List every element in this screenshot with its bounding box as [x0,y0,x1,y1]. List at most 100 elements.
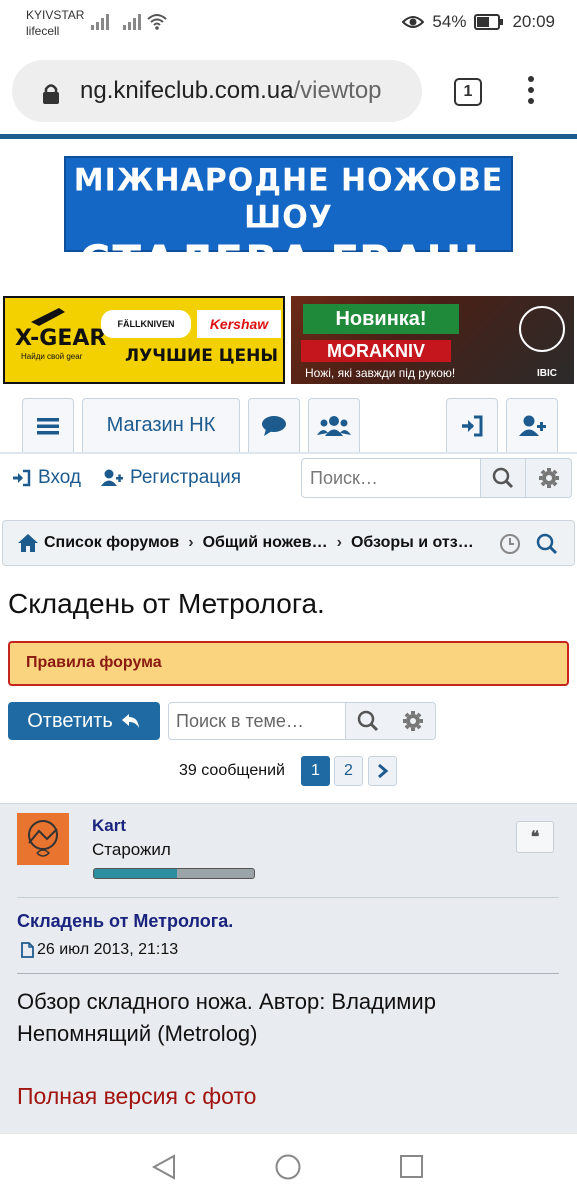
xgear-logo: X-GEAR [15,326,107,351]
breadcrumb-item-reviews[interactable]: Обзоры и отз… [351,534,474,552]
clock: 20:09 [512,12,555,31]
page-1-button[interactable]: 1 [301,756,330,786]
tab-register[interactable] [506,398,558,452]
tab-members[interactable] [308,398,360,452]
knife-icon [31,308,65,326]
post-date-text: 26 июл 2013, 21:13 [37,941,179,958]
post: Kart Старожил ❝ Складень от Метролога. 2… [0,803,577,1133]
fallkniven-logo: FÄLLKNIVEN [101,310,191,338]
lock-icon [43,84,59,104]
post-body: Обзор складного ножа. Автор: Владимир Не… [17,989,436,1046]
post-divider-2 [17,973,559,974]
reply-arrow-icon [121,714,139,728]
reply-button[interactable]: Ответить [8,702,160,740]
ad-new-badge: Новинка! [303,304,459,334]
reply-label: Ответить [27,709,113,732]
clock-icon[interactable] [499,533,521,555]
register-link[interactable]: Регистрация [100,467,241,489]
xgear-slogan: Найди свой gear [21,352,83,361]
url-domain: ng.knifeclub.com.ua [80,77,294,104]
pagination: 39 сообщений 1 2 [0,756,577,786]
back-icon[interactable] [150,1153,178,1181]
sign-in-icon [13,469,31,487]
user-rank: Старожил [92,840,171,859]
quote-button[interactable]: ❝ [516,821,554,853]
ad-xgear[interactable]: X-GEAR Найди свой gear FÄLLKNIVEN Kersha… [3,296,285,384]
ibic-logo: IBIC [537,368,557,379]
browser-menu-icon[interactable] [528,76,536,106]
file-icon[interactable] [19,941,35,959]
topic-search-button[interactable] [345,702,391,740]
home-circle-icon[interactable] [274,1153,302,1181]
forum-rules-box[interactable]: Правила форума [8,641,569,686]
ad-slogan: Ножі, які завжди під рукою! [305,366,456,380]
url-path: /viewtop [293,77,382,104]
full-version-link[interactable]: Полная версия с фото [17,1083,256,1110]
ad-prices-text: ЛУЧШИЕ ЦЕНЫ [125,346,278,366]
header-accent-line [0,134,577,139]
wifi-icon [147,14,167,30]
search-icon [357,710,379,732]
login-row: Вход Регистрация Поиск… [0,454,577,508]
user-plus-icon [101,469,123,486]
reputation-fill [94,869,178,878]
page-title[interactable]: Складень от Метролога. [8,588,325,620]
sign-in-icon [462,415,483,436]
advanced-search-button[interactable] [526,458,572,498]
recents-icon[interactable] [398,1153,426,1181]
tab-chat[interactable] [248,398,300,452]
chat-icon [262,415,286,436]
carrier-secondary: lifecell [26,24,60,38]
page-2-button[interactable]: 2 [334,756,363,786]
topic-search-input[interactable]: Поиск в теме… [168,702,346,740]
topic-search-settings-button[interactable] [390,702,436,740]
home-icon[interactable] [17,533,39,553]
message-count: 39 сообщений [179,762,285,779]
tab-menu[interactable] [22,398,74,452]
battery-icon [474,14,504,30]
carrier-primary: KYIVSTAR [26,8,85,22]
signal-icon-2 [123,14,141,30]
system-navigation-bar [0,1133,577,1200]
post-divider [17,897,559,898]
breadcrumb-item-forums[interactable]: Список форумов [44,534,179,552]
hamburger-icon [37,417,59,434]
battery-percent: 54% [432,12,467,31]
forum-nav-tabs: Магазин НК [0,398,577,454]
post-author[interactable]: Kart [92,816,126,836]
login-link[interactable]: Вход [12,467,81,489]
tab-login[interactable] [446,398,498,452]
chevron-right-icon: › [188,534,194,551]
avatar[interactable] [17,813,69,865]
eye-icon [402,16,425,28]
search-icon [492,467,514,489]
morakniv-logo: MORAKNIV [301,340,451,362]
breadcrumb-item-general[interactable]: Общий ножев… [203,534,328,552]
tab-switcher-button[interactable]: 1 [454,78,482,106]
banner-line-1: МІЖНАРОДНЕ НОЖОВЕ ШОУ [73,162,504,236]
signal-icon [91,14,109,30]
gear-icon [402,711,423,731]
browser-toolbar: ng.knifeclub.com.ua/viewtop 1 [0,48,577,136]
mora-emblem-icon [519,306,565,352]
user-plus-icon [519,415,546,436]
address-bar[interactable]: ng.knifeclub.com.ua/viewtop [12,60,422,122]
users-icon [317,415,351,436]
search-icon[interactable] [536,533,558,555]
gear-icon [538,468,559,488]
chevron-right-icon [377,763,388,779]
url-text[interactable]: ng.knifeclub.com.ua/viewtop [80,77,420,105]
chevron-right-icon: › [336,534,342,551]
reputation-bar [93,868,255,879]
tab-shop[interactable]: Магазин НК [82,398,240,452]
kershaw-logo: Kershaw [197,310,281,338]
banner-stalevа-gran[interactable]: МІЖНАРОДНЕ НОЖОВЕ ШОУ СТАЛЕВА ГРАНЬ [64,156,513,285]
search-input[interactable]: Поиск… [301,458,481,498]
register-label: Регистрация [130,467,242,488]
ad-morakniv[interactable]: Новинка! MORAKNIV Ножі, які завжди під р… [291,296,574,384]
post-title[interactable]: Складень от Метролога. [17,911,233,932]
search-button[interactable] [480,458,526,498]
breadcrumb: Список форумов › Общий ножев… › Обзоры и… [2,520,575,566]
banner-line-2: СТАЛЕВА ГРАНЬ [79,236,498,285]
next-page-button[interactable] [368,756,397,786]
